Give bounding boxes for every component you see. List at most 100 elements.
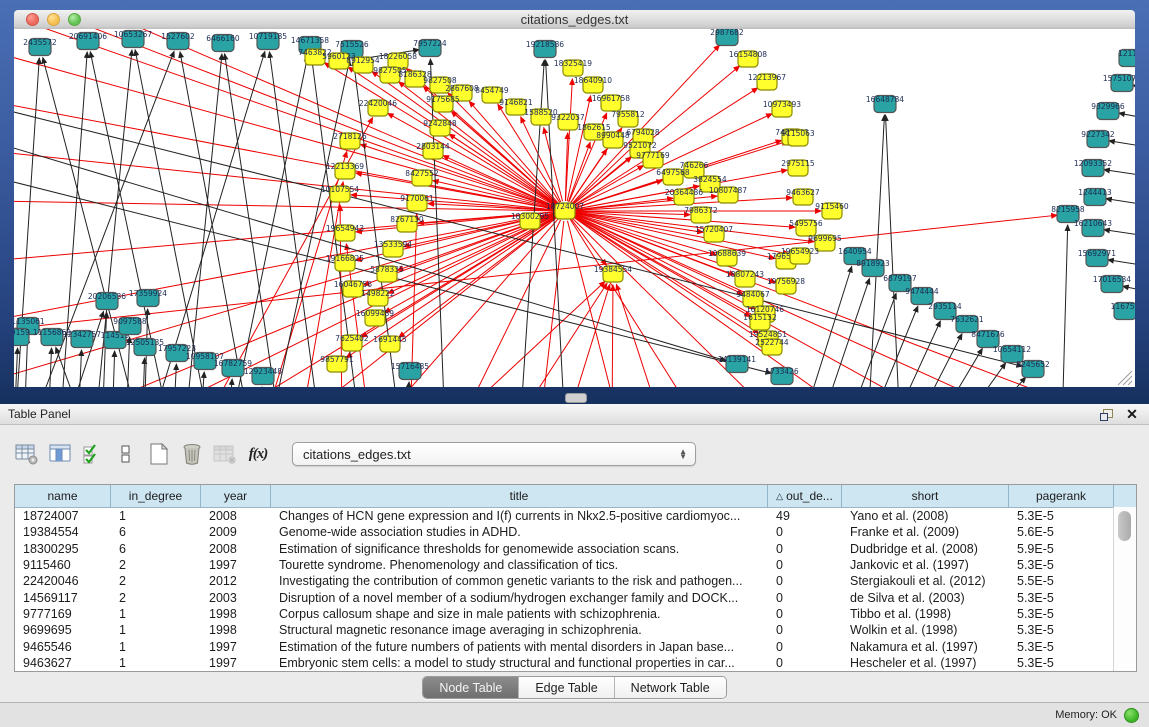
graph-node[interactable]: 10973493	[763, 100, 801, 117]
graph-node[interactable]: 12093352	[1074, 159, 1112, 177]
graph-node[interactable]: 9857791	[320, 355, 354, 372]
graph-node[interactable]: 10719185	[249, 32, 287, 50]
graph-node[interactable]: 1527602	[161, 32, 195, 50]
graph-node[interactable]: 2718126	[333, 132, 367, 149]
column-header-short[interactable]: short	[842, 485, 1009, 507]
tab-edge-table[interactable]: Edge Table	[519, 677, 614, 698]
graph-node[interactable]: 16099489	[356, 309, 394, 326]
tab-network-table[interactable]: Network Table	[615, 677, 726, 698]
column-header-out_de[interactable]: △out_de...	[768, 485, 842, 507]
graph-node[interactable]: 7625402	[335, 334, 369, 351]
graph-node[interactable]: 116753	[1111, 302, 1135, 320]
graph-node[interactable]: 8427552	[405, 169, 439, 186]
graph-node[interactable]: 19384554	[594, 265, 632, 282]
row-height-icon[interactable]	[113, 441, 139, 467]
graph-node[interactable]: 10107554	[321, 185, 359, 202]
graph-node[interactable]: 9175685	[426, 95, 460, 112]
graph-node[interactable]: 15692971	[1078, 249, 1116, 267]
graph-node[interactable]: 9329966	[1091, 102, 1125, 120]
graph-node[interactable]: 9242848	[423, 119, 457, 136]
graph-node[interactable]: 20206536	[88, 292, 126, 310]
graph-node[interactable]: 1615132	[743, 313, 777, 330]
graph-node[interactable]: 2975115	[781, 159, 815, 176]
graph-node[interactable]: 19218586	[526, 40, 564, 58]
graph-node[interactable]: 15751074	[1103, 74, 1135, 92]
graph-node[interactable]: 12213369	[326, 162, 364, 179]
graph-node[interactable]: 15716485	[391, 362, 429, 380]
graph-node[interactable]: 22420046	[359, 99, 397, 116]
graph-node[interactable]: 14139141	[718, 355, 756, 373]
delete-table-icon[interactable]	[179, 441, 205, 467]
graph-node[interactable]: 9227342	[1081, 130, 1115, 148]
table-select-dropdown[interactable]: citations_edges.txt ▲▼	[292, 442, 696, 466]
graph-node[interactable]: 12113	[1118, 49, 1135, 67]
graph-node[interactable]: 1733426	[765, 367, 799, 385]
graph-node[interactable]: 39159	[14, 328, 30, 346]
table-row[interactable]: 1830029562008Estimation of significance …	[15, 541, 1136, 557]
column-header-pagerank[interactable]: pagerank	[1009, 485, 1114, 507]
column-header-in_degree[interactable]: in_degree	[111, 485, 201, 507]
table-row[interactable]: 1872400712008Changes of HCN gene express…	[15, 508, 1136, 524]
table-row[interactable]: 946362711997Embryonic stem cells: a mode…	[15, 655, 1136, 671]
show-columns-icon[interactable]	[47, 441, 73, 467]
graph-node[interactable]: 16154808	[729, 50, 767, 67]
graph-node[interactable]: 7955812	[611, 110, 645, 127]
table-row[interactable]: 1938455462009Genome-wide association stu…	[15, 524, 1136, 540]
table-row[interactable]: 911546021997Tourette syndrome. Phenomeno…	[15, 557, 1136, 573]
graph-node[interactable]: 10688639	[708, 249, 746, 266]
graph-node[interactable]: 1498222	[361, 289, 395, 306]
column-header-year[interactable]: year	[201, 485, 271, 507]
graph-node[interactable]: 19756928	[767, 277, 805, 294]
table-row[interactable]: 946554611997Estimation of the future num…	[15, 638, 1136, 654]
graph-node[interactable]: 7986372	[684, 206, 718, 223]
graph-node[interactable]: 18325419	[554, 59, 592, 76]
select-all-columns-icon[interactable]	[80, 441, 106, 467]
table-row[interactable]: 969969511998Structural magnetic resonanc…	[15, 622, 1136, 638]
column-header-name[interactable]: name	[15, 485, 111, 507]
graph-node[interactable]: 8267130	[390, 215, 424, 232]
vertical-scrollbar[interactable]	[1113, 507, 1136, 671]
table-settings-icon[interactable]	[14, 441, 40, 467]
graph-node[interactable]: 1244413	[1078, 188, 1112, 206]
graph-node[interactable]: 18300295	[511, 212, 549, 229]
function-builder-icon[interactable]: f(x)	[245, 441, 271, 467]
float-window-icon[interactable]	[1097, 406, 1115, 422]
graph-node[interactable]: 1691445	[373, 335, 407, 352]
scrollbar-thumb[interactable]	[1118, 511, 1131, 541]
graph-node[interactable]: 6466160	[206, 34, 240, 52]
network-canvas[interactable]: 2435572 20691406 10653267 1527602 6466160 107…	[14, 29, 1135, 387]
close-panel-icon[interactable]: ✕	[1123, 406, 1141, 422]
graph-node[interactable]: 16210643	[1074, 219, 1112, 237]
table-row[interactable]: 1456911722003Disruption of a novel membe…	[15, 589, 1136, 605]
graph-node[interactable]: 2522744	[755, 338, 789, 355]
graph-node[interactable]: 19166825	[326, 254, 364, 271]
graph-node[interactable]: 9777169	[636, 151, 670, 168]
graph-node[interactable]: 20364486	[665, 188, 703, 205]
graph-node[interactable]: 9115460	[815, 202, 849, 219]
graph-node[interactable]: 12213967	[748, 73, 786, 90]
memory-status-indicator[interactable]	[1124, 708, 1139, 723]
graph-node[interactable]: 16648784	[866, 95, 904, 113]
graph-node[interactable]: 2435572	[23, 38, 57, 56]
graph-node[interactable]: 17359924	[129, 289, 167, 307]
graph-node[interactable]: 9245652	[1016, 360, 1050, 378]
table-row[interactable]: 2242004622012Investigating the contribut…	[15, 573, 1136, 589]
graph-node[interactable]: 16961758	[592, 94, 630, 111]
new-table-icon[interactable]	[146, 441, 172, 467]
tab-node-table[interactable]: Node Table	[423, 677, 519, 698]
graph-node[interactable]: 6497568	[656, 168, 690, 185]
graph-node[interactable]: 20691406	[69, 32, 107, 50]
graph-node[interactable]: 18640910	[574, 76, 612, 93]
splitter-handle[interactable]	[565, 393, 587, 403]
resize-grip[interactable]	[1118, 371, 1132, 385]
graph-node[interactable]: 12342757	[63, 330, 101, 348]
graph-node[interactable]: 15720407	[695, 225, 733, 242]
graph-node[interactable]: 2987682	[710, 29, 744, 46]
graph-node[interactable]: 7957224	[413, 39, 447, 57]
graph-node[interactable]: 17016534	[1093, 275, 1131, 293]
network-window-titlebar[interactable]: citations_edges.txt	[14, 10, 1135, 30]
column-header-title[interactable]: title	[271, 485, 768, 507]
graph-node[interactable]: 10653267	[114, 30, 152, 48]
table-row[interactable]: 977716911998Corpus callosum shape and si…	[15, 606, 1136, 622]
graph-node[interactable]: 19654943	[326, 224, 364, 241]
